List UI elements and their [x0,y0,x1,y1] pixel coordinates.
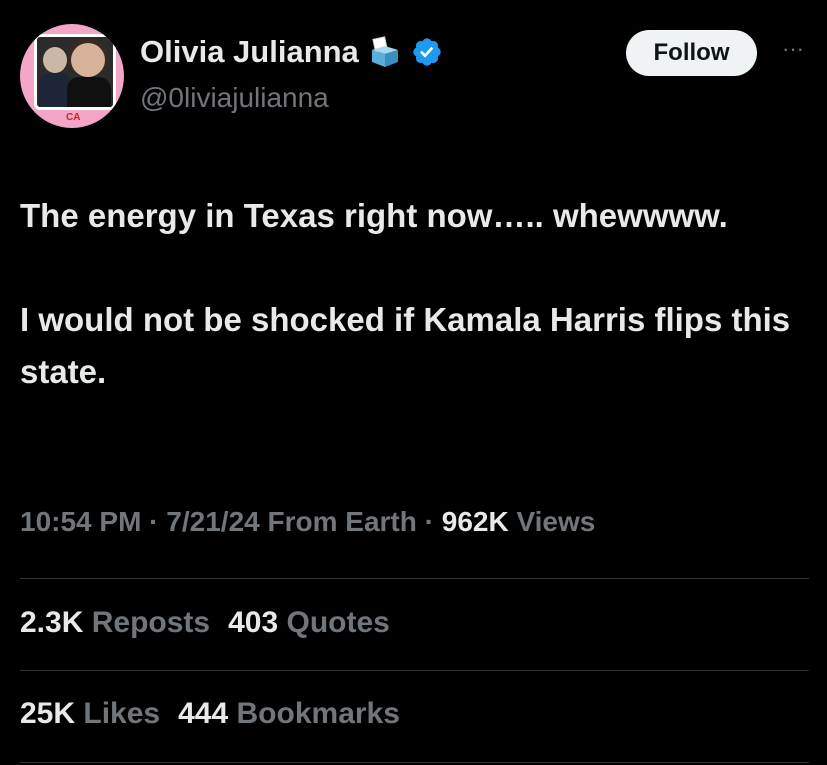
reposts-label: Reposts [91,606,211,639]
bookmarks-stat[interactable]: 444 Bookmarks [178,697,400,730]
meta-separator: · [416,506,442,537]
quotes-count: 403 [228,606,279,639]
display-name[interactable]: Olivia Julianna [140,34,359,70]
tweet-text: The energy in Texas right now….. whewwww… [20,190,810,398]
bookmarks-count: 444 [178,697,229,730]
stats-row-engagement: 2.3K Reposts 403 Quotes [20,606,390,640]
meta-separator: · [141,506,167,537]
author-name-row: Olivia Julianna [140,34,443,70]
avatar-text: CA [66,112,81,123]
reposts-stat[interactable]: 2.3K Reposts [20,606,210,639]
tweet-meta: 10:54 PM · 7/21/24 From Earth · 962K Vie… [20,506,595,538]
author-handle[interactable]: @0liviajulianna [140,82,329,114]
divider [20,762,809,763]
avatar[interactable]: CA [20,24,124,128]
tweet-paragraph: I would not be shocked if Kamala Harris … [20,301,791,390]
tweet-source: From Earth [259,506,417,537]
views-count: 962K [441,506,509,537]
stats-row-likes: 25K Likes 444 Bookmarks [20,697,400,731]
likes-label: Likes [83,697,161,730]
more-options-icon[interactable]: ··· [776,38,810,62]
views-label: Views [508,506,596,537]
likes-stat[interactable]: 25K Likes [20,697,160,730]
quotes-label: Quotes [286,606,390,639]
follow-button[interactable]: Follow [626,30,757,76]
bookmarks-label: Bookmarks [236,697,400,730]
tweet-paragraph: The energy in Texas right now….. whewwww… [20,197,728,234]
divider [20,578,809,579]
likes-count: 25K [20,697,76,730]
tweet-date[interactable]: 7/21/24 [166,506,259,537]
verified-icon[interactable] [411,36,443,68]
divider [20,670,809,671]
tweet-time[interactable]: 10:54 PM [20,506,141,537]
avatar-photo [34,34,116,110]
reposts-count: 2.3K [20,606,84,639]
ballot-box-icon [369,36,401,68]
quotes-stat[interactable]: 403 Quotes [228,606,390,639]
